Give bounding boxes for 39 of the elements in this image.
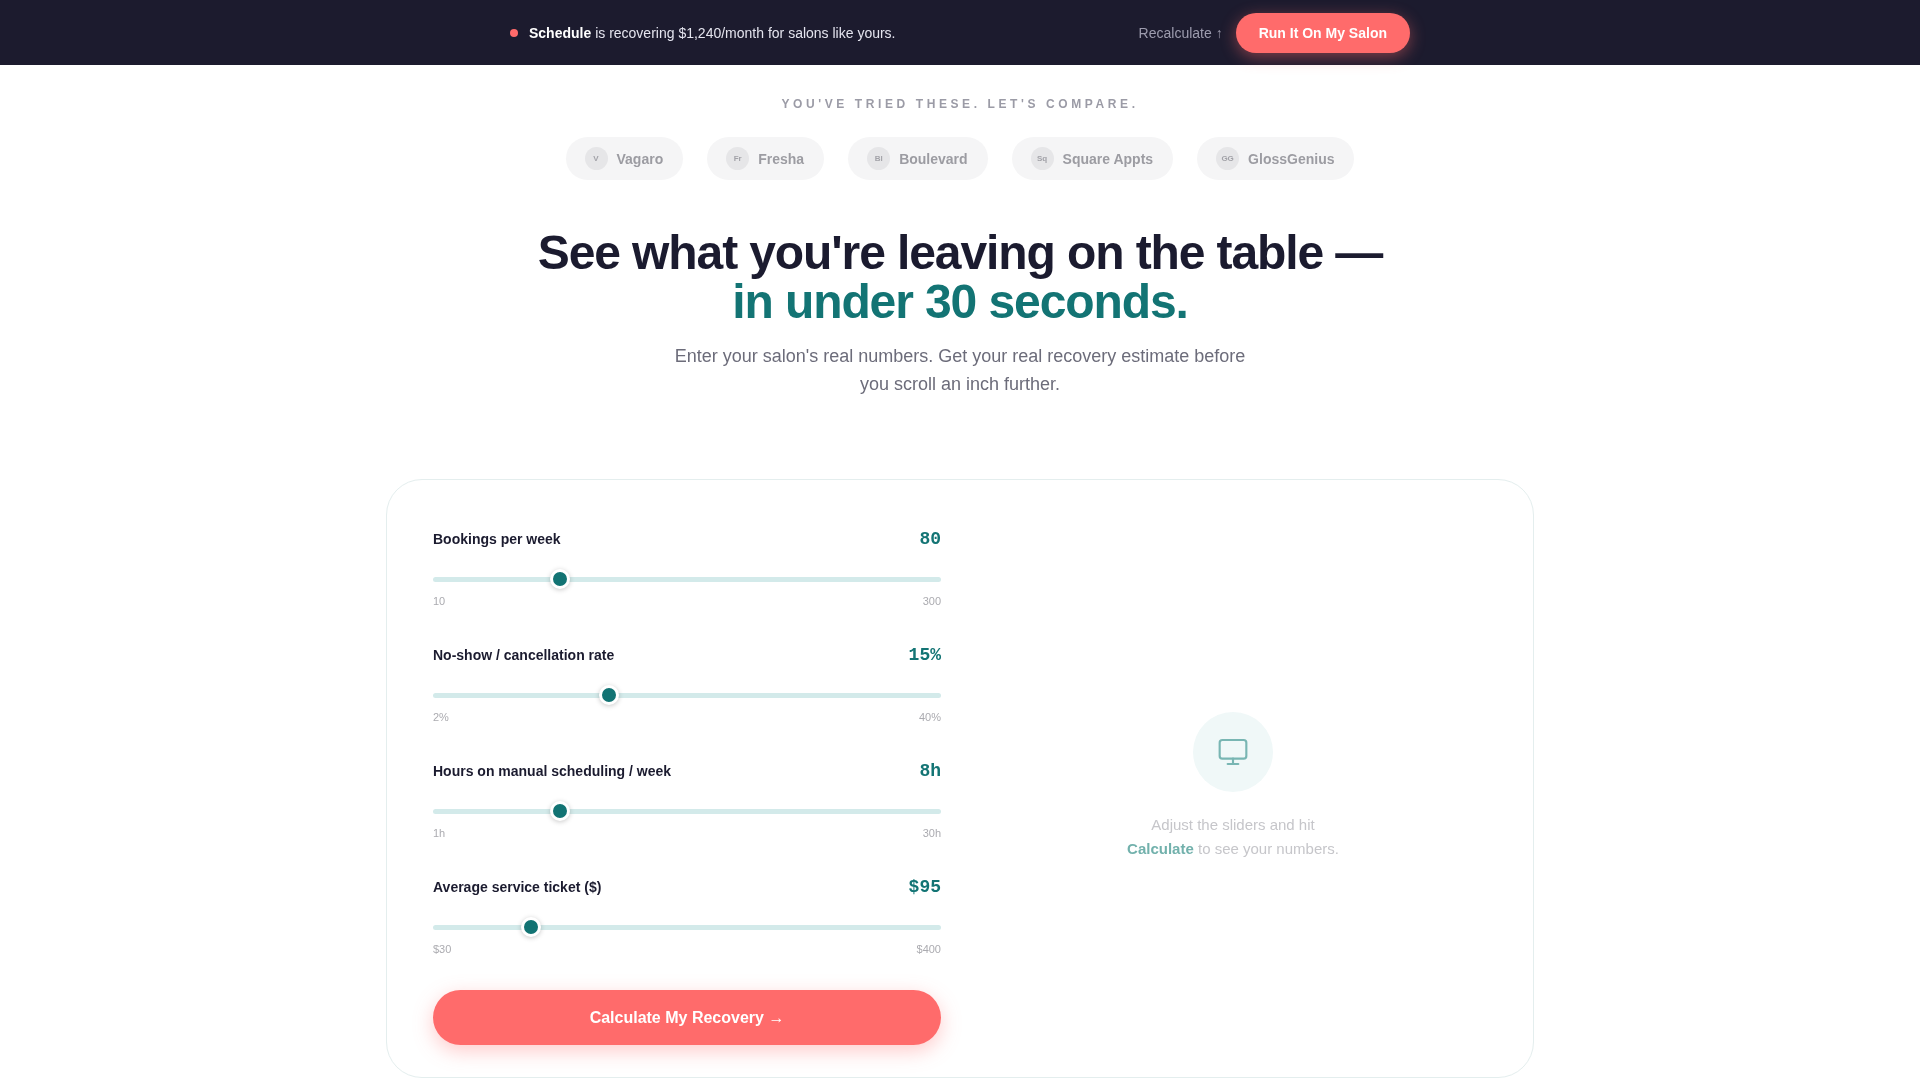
slider-thumb[interactable] [598,685,619,705]
recalculate-link[interactable]: Recalculate ↑ [1138,24,1223,41]
slider-value: 15% [908,645,941,665]
hero-heading: See what you're leaving on the table — in under 30 seconds. [537,228,1383,326]
slider-label: Bookings per week [433,531,561,547]
range-min-label: 1h [433,826,446,840]
slider-value: 8h [919,761,941,781]
slider-label: No-show / cancellation rate [433,647,615,663]
run-it-button[interactable]: Run It On My Salon [1235,12,1410,53]
competitor-chip[interactable]: V Vagaro [565,137,684,180]
hero-subtitle: Enter your salon's real numbers. Get your real recovery estimate before you scroll an inch further. [673,345,1247,396]
range-max-label: $400 [916,942,941,956]
range-max-label: 300 [922,594,941,608]
competitor-chip[interactable]: GG GlossGenius [1197,137,1355,180]
initials-avatar: Fr [726,147,750,170]
competitor-chip[interactable]: Fr Fresha [707,137,825,180]
range-min-label: 2% [433,710,449,724]
slider-label: Average service ticket ($) [433,879,602,895]
initials-avatar: GG [1216,147,1240,170]
range-min-label: 10 [433,594,446,608]
initials-avatar: V [584,147,608,170]
slider-thumb[interactable] [550,569,571,589]
range-max-label: 40% [918,710,941,724]
competitor-chip[interactable]: Bl Boulevard [848,137,988,180]
announcement-text: Schedule is recovering $1,240/month for salons like yours. [529,24,896,41]
range-max-label: 30h [922,826,941,840]
initials-avatar: Sq [1030,147,1054,170]
dot-icon [510,28,518,37]
slider-thumb[interactable] [520,917,541,937]
competitor-chip[interactable]: Sq Square Appts [1011,137,1174,180]
slider-label: Hours on manual scheduling / week [433,763,672,779]
initials-avatar: Bl [867,147,891,170]
empty-state-message: Adjust the sliders and hit Calculate to see your numbers. [1126,815,1340,859]
compare-eyebrow: YOU'VE TRIED THESE. LET'S COMPARE. [781,96,1139,112]
slider-value: $95 [908,877,941,897]
slider-value: 80 [919,529,941,549]
range-min-label: $30 [433,942,452,956]
slider-thumb[interactable] [550,801,571,821]
calculate-button[interactable]: Calculate My Recovery → [433,990,941,1045]
